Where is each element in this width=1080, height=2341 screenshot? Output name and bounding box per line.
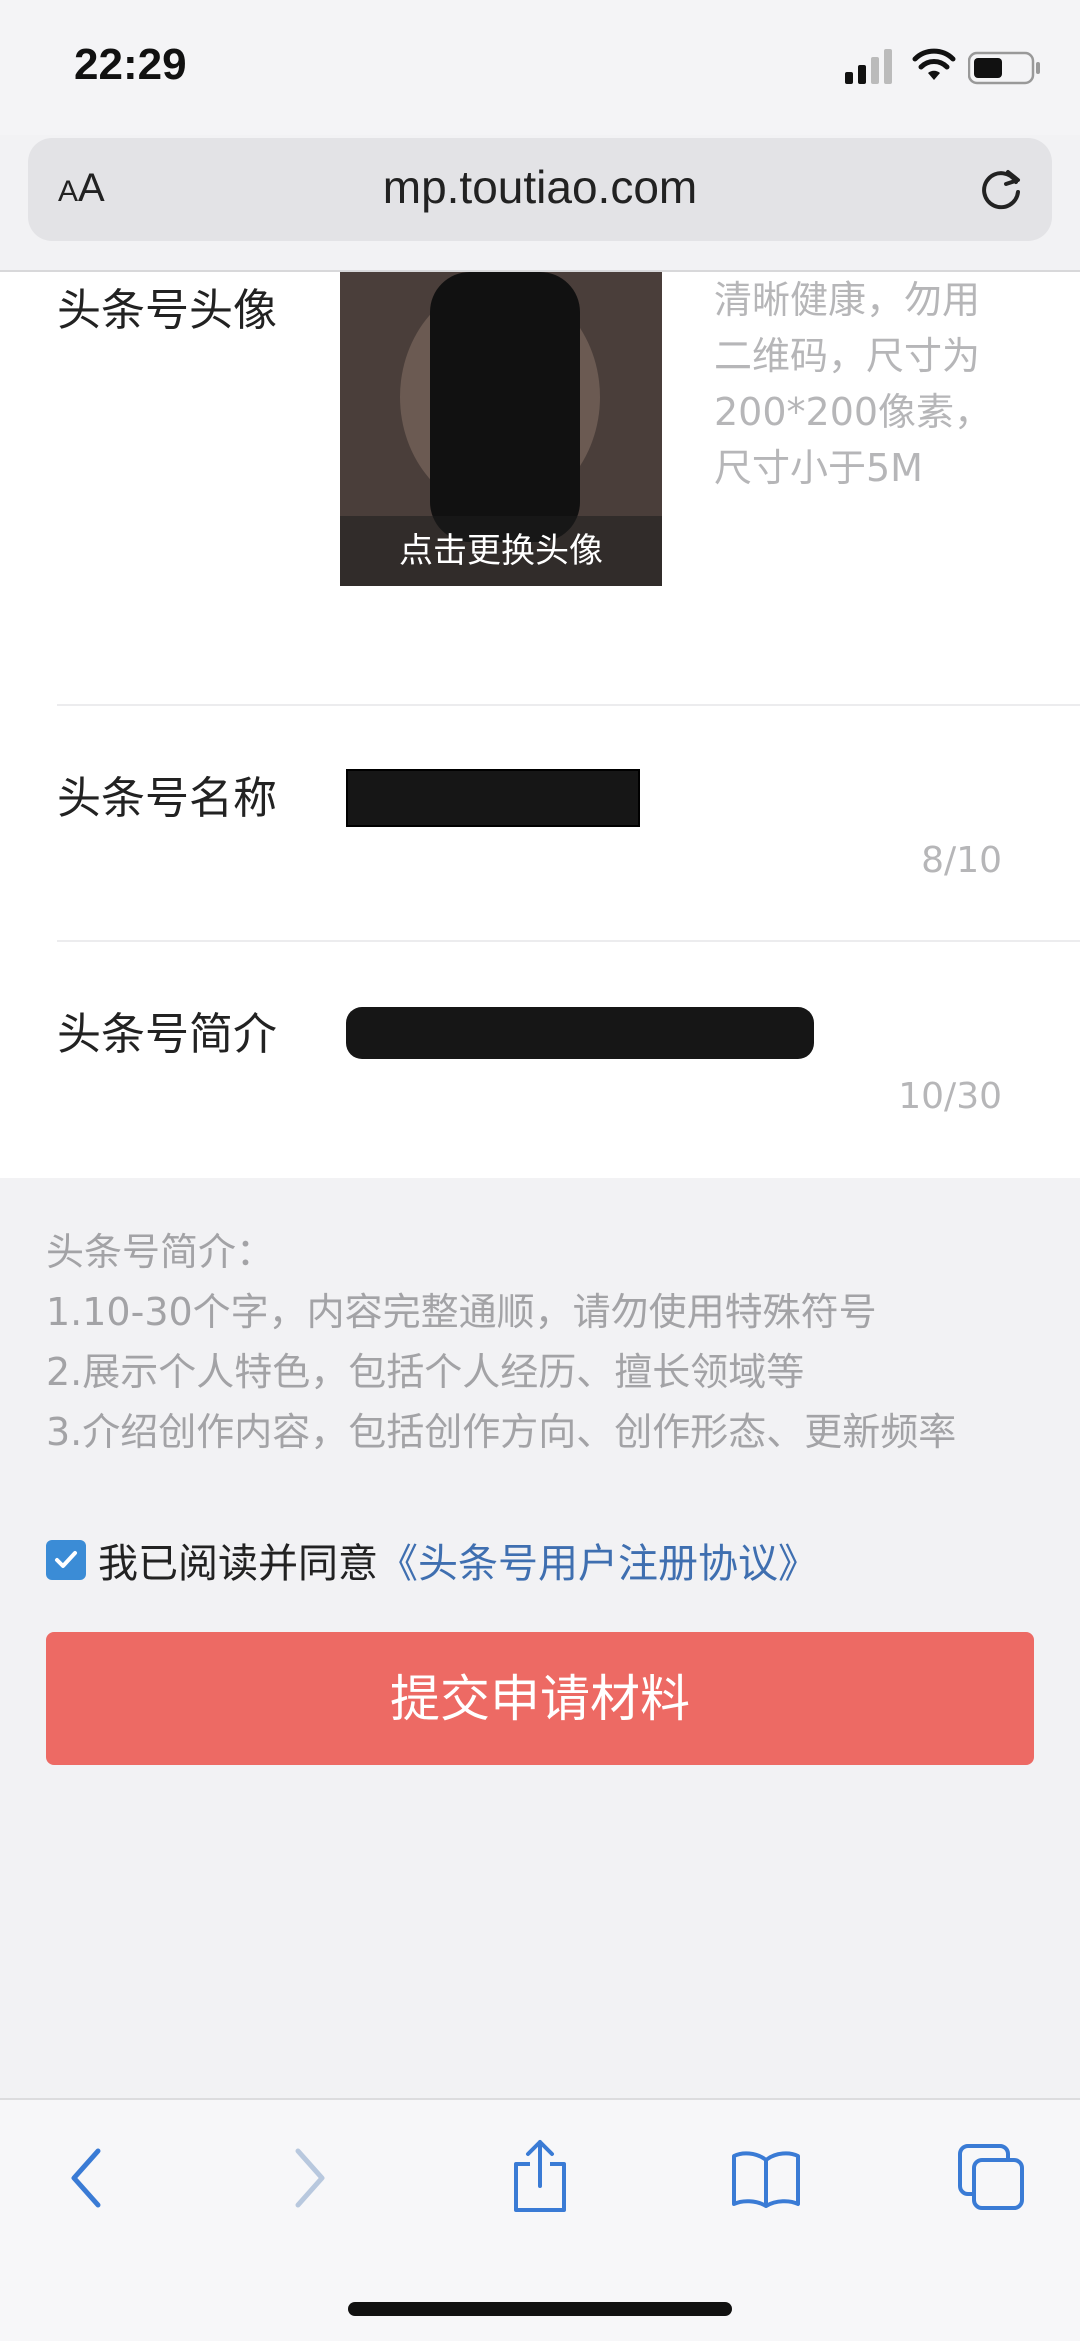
change-avatar-label[interactable]: 点击更换头像 <box>340 516 662 586</box>
checkmark-icon <box>55 1551 77 1568</box>
wifi-icon <box>912 48 956 80</box>
intro-input[interactable] <box>346 1007 814 1059</box>
address-bar[interactable]: AA mp.toutiao.com <box>28 138 1052 241</box>
submit-button[interactable]: 提交申请材料 <box>46 1632 1034 1765</box>
cellular-signal-icon <box>845 49 892 84</box>
tip-item: 3.介绍创作内容，包括创作方向、创作形态、更新频率 <box>46 1410 957 1454</box>
status-time: 22:29 <box>74 40 187 89</box>
divider <box>57 940 1080 942</box>
reload-icon[interactable] <box>974 162 1028 216</box>
share-icon[interactable] <box>508 2138 572 2214</box>
avatar-label: 头条号头像 <box>57 285 277 336</box>
agreement-row: 我已阅读并同意 《头条号用户注册协议》 <box>46 1535 818 1587</box>
agreement-checkbox[interactable] <box>46 1540 86 1580</box>
intro-tips: 头条号简介： 1.10-30个字，内容完整通顺，请勿使用特殊符号 2.展示个人特… <box>46 1222 956 1462</box>
avatar-upload[interactable]: 点击更换头像 <box>340 272 662 586</box>
status-bar: 22:29 <box>0 0 1080 135</box>
forward-icon[interactable] <box>288 2145 332 2211</box>
bookmarks-icon[interactable] <box>730 2148 802 2208</box>
name-input[interactable] <box>346 769 640 827</box>
name-counter: 8/10 <box>921 840 1002 881</box>
agreement-text: 我已阅读并同意 <box>98 1541 378 1587</box>
name-label: 头条号名称 <box>57 773 277 824</box>
url-text[interactable]: mp.toutiao.com <box>28 160 1052 214</box>
avatar-redaction <box>430 272 580 542</box>
back-icon[interactable] <box>64 2145 108 2211</box>
divider <box>57 704 1080 706</box>
avatar-hint: 清晰健康，勿用二维码，尺寸为200*200像素，尺寸小于5M <box>714 278 993 490</box>
tabs-icon[interactable] <box>956 2142 1028 2214</box>
agreement-link[interactable]: 《头条号用户注册协议》 <box>378 1531 818 1589</box>
tip-item: 1.10-30个字，内容完整通顺，请勿使用特殊符号 <box>46 1290 877 1334</box>
battery-icon <box>968 51 1040 85</box>
profile-form: 头条号头像 点击更换头像 清晰健康，勿用二维码，尺寸为200*200像素，尺寸小… <box>0 272 1080 1178</box>
home-indicator <box>348 2302 732 2316</box>
tips-title: 头条号简介： <box>46 1230 275 1274</box>
tip-item: 2.展示个人特色，包括个人经历、擅长领域等 <box>46 1350 805 1394</box>
intro-counter: 10/30 <box>898 1076 1002 1117</box>
intro-label: 头条号简介 <box>57 1009 277 1060</box>
